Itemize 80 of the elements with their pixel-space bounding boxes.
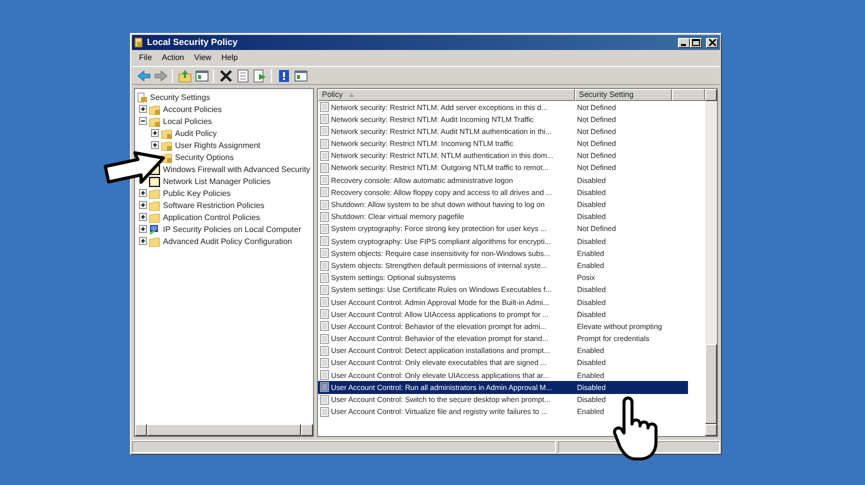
pane-button[interactable] <box>194 68 209 83</box>
locked-folder-icon <box>161 128 172 138</box>
menu-item[interactable]: Action <box>156 53 190 63</box>
policy-icon <box>320 248 329 258</box>
policy-icon <box>320 224 329 234</box>
policy-icon <box>320 321 329 332</box>
policy-icon <box>320 212 329 222</box>
minimize-button[interactable] <box>678 38 690 48</box>
tree-item[interactable]: Advanced Audit Policy Configuration <box>162 236 293 246</box>
tree-item[interactable]: User Rights Assignment <box>174 140 262 150</box>
policy-icon <box>320 114 329 124</box>
help-button[interactable] <box>276 68 291 83</box>
window-title: Local Security Policy <box>147 36 238 49</box>
policy-icon <box>320 260 329 271</box>
expander-icon[interactable] <box>139 213 147 221</box>
framed-folder-icon <box>149 176 160 186</box>
policy-icon <box>320 272 329 283</box>
close-button[interactable] <box>706 38 718 48</box>
sort-icon <box>348 92 354 97</box>
menu-item[interactable]: View <box>189 53 216 63</box>
expander-icon[interactable] <box>139 237 147 245</box>
maximize-icon <box>692 39 700 46</box>
tree-item[interactable]: Network List Manager Policies <box>162 176 272 186</box>
policy-icon <box>320 370 329 380</box>
menu-item[interactable]: File <box>134 53 157 63</box>
policy-icon <box>320 406 329 417</box>
policy-icon <box>320 187 329 198</box>
policy-icon <box>320 163 329 174</box>
expander-icon[interactable] <box>139 117 147 125</box>
tree-item[interactable]: Security Settings <box>149 92 212 102</box>
folder-icon <box>149 188 160 198</box>
tree-item[interactable]: Audit Policy <box>174 128 218 138</box>
forward-arrow-button[interactable] <box>153 68 168 83</box>
expander-icon[interactable] <box>139 105 147 113</box>
close-icon <box>708 39 716 46</box>
app-icon <box>134 37 144 48</box>
expander-icon[interactable] <box>151 141 159 149</box>
policy-icon <box>320 236 329 246</box>
locked-folder-icon <box>161 140 172 150</box>
maximize-button[interactable] <box>690 38 702 48</box>
expander-icon[interactable] <box>139 225 147 233</box>
vertical-scrollbar[interactable] <box>705 89 717 436</box>
folder-icon <box>149 200 160 210</box>
menu-item[interactable]: Help <box>216 53 243 63</box>
tree-item[interactable]: Software Restriction Policies <box>162 200 266 210</box>
locked-folder-icon <box>149 116 160 126</box>
expander-icon[interactable] <box>139 189 147 197</box>
computer-icon <box>149 224 160 234</box>
tree-item[interactable]: Application Control Policies <box>162 212 261 222</box>
policy-icon <box>320 334 329 344</box>
policy-icon <box>320 358 329 368</box>
tree-item[interactable]: IP Security Policies on Local Computer <box>162 224 302 234</box>
delete-button[interactable] <box>218 68 233 83</box>
policy-icon <box>320 126 329 136</box>
export-button[interactable] <box>252 68 267 83</box>
policy-icon <box>320 150 329 161</box>
tree-item[interactable]: Windows Firewall with Advanced Security <box>162 164 312 174</box>
tree-item[interactable]: Local Policies <box>162 116 213 126</box>
policy-icon <box>320 138 329 149</box>
pane-button[interactable] <box>293 68 308 83</box>
back-arrow-button[interactable] <box>136 68 151 83</box>
expander-icon[interactable] <box>139 201 147 209</box>
tree-item[interactable]: Security Options <box>174 152 235 162</box>
policy-icon <box>320 309 329 320</box>
tree-item[interactable]: Public Key Policies <box>162 188 232 198</box>
policy-icon <box>320 284 329 295</box>
folder-icon <box>149 212 160 222</box>
policy-icon <box>320 346 329 356</box>
tree-item[interactable]: Account Policies <box>162 104 223 114</box>
policy-icon <box>320 382 329 392</box>
policy-icon <box>320 102 329 112</box>
policy-icon <box>320 175 329 186</box>
expander-icon[interactable] <box>151 129 159 137</box>
locked-folder-icon <box>149 104 160 114</box>
policy-icon <box>320 200 329 210</box>
properties-button[interactable] <box>235 68 250 83</box>
folder-icon <box>149 236 160 246</box>
policy-icon <box>320 394 329 405</box>
policy-icon <box>320 297 329 308</box>
horizontal-scrollbar[interactable] <box>135 424 313 436</box>
